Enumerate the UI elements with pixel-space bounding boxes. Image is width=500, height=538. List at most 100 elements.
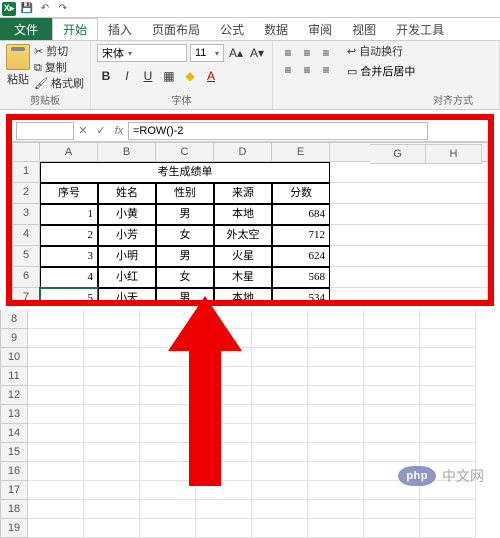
table-cell[interactable]: 小明: [98, 246, 156, 267]
table-cell[interactable]: 女: [156, 225, 214, 246]
table-cell[interactable]: 女: [156, 267, 214, 288]
cell[interactable]: [330, 288, 488, 306]
table-cell[interactable]: 男: [156, 204, 214, 225]
cancel-entry-icon[interactable]: ✕: [74, 124, 92, 137]
table-cell[interactable]: 1: [40, 204, 98, 225]
align-middle-icon[interactable]: ≡: [298, 44, 316, 62]
align-top-icon[interactable]: ≡: [279, 44, 297, 62]
table-cell[interactable]: 568: [272, 267, 330, 288]
cell[interactable]: [330, 204, 488, 225]
col-header[interactable]: C: [156, 142, 214, 162]
row-header[interactable]: 3: [12, 204, 40, 225]
tab-formulas[interactable]: 公式: [210, 18, 254, 40]
table-cell[interactable]: 男: [156, 246, 214, 267]
table-cell[interactable]: 小黄: [98, 204, 156, 225]
underline-button[interactable]: U: [139, 67, 157, 85]
row-header[interactable]: 16: [0, 462, 28, 481]
font-name-select[interactable]: 宋体▾: [97, 44, 187, 62]
table-cell[interactable]: 624: [272, 246, 330, 267]
row-header[interactable]: 18: [0, 500, 28, 519]
formula-bar[interactable]: =ROW()-2: [128, 122, 428, 140]
row-header[interactable]: 8: [0, 310, 28, 329]
font-size-select[interactable]: 11▾: [190, 44, 224, 62]
row-header[interactable]: 7: [12, 288, 40, 306]
cell[interactable]: [330, 162, 488, 183]
row-header[interactable]: 4: [12, 225, 40, 246]
table-header-cell[interactable]: 姓名: [98, 183, 156, 204]
wrap-text-button[interactable]: ↩ 自动换行: [347, 44, 415, 60]
tab-layout[interactable]: 页面布局: [142, 18, 210, 40]
save-icon[interactable]: 💾: [20, 2, 34, 16]
row-header[interactable]: 2: [12, 183, 40, 204]
borders-button[interactable]: ▦: [160, 67, 178, 85]
tab-review[interactable]: 审阅: [298, 18, 342, 40]
table-cell[interactable]: 本地: [214, 204, 272, 225]
decrease-font-icon[interactable]: A▾: [248, 44, 266, 62]
col-header[interactable]: H: [426, 144, 482, 164]
align-center-icon[interactable]: ≡: [298, 61, 316, 79]
table-cell[interactable]: 684: [272, 204, 330, 225]
tab-dev[interactable]: 开发工具: [386, 18, 454, 40]
table-cell[interactable]: 3: [40, 246, 98, 267]
merge-center-button[interactable]: ▭ 合并后居中: [347, 60, 415, 79]
table-header-cell[interactable]: 性别: [156, 183, 214, 204]
cell[interactable]: [330, 225, 488, 246]
row-header[interactable]: 1: [12, 162, 40, 183]
tab-home[interactable]: 开始: [52, 18, 98, 40]
row-header[interactable]: 11: [0, 367, 28, 386]
table-cell[interactable]: 小芳: [98, 225, 156, 246]
table-cell[interactable]: 534: [272, 288, 330, 306]
fx-icon[interactable]: fx: [110, 125, 128, 137]
fill-color-button[interactable]: ◆: [181, 67, 199, 85]
bold-button[interactable]: B: [97, 67, 115, 85]
italic-button[interactable]: I: [118, 67, 136, 85]
col-header[interactable]: A: [40, 142, 98, 162]
row-header[interactable]: 5: [12, 246, 40, 267]
row-header[interactable]: 15: [0, 443, 28, 462]
increase-font-icon[interactable]: A▴: [227, 44, 245, 62]
row-header[interactable]: 19: [0, 519, 28, 538]
row-header[interactable]: 12: [0, 386, 28, 405]
redo-icon[interactable]: ↷: [56, 2, 70, 16]
table-header-cell[interactable]: 来源: [214, 183, 272, 204]
tab-insert[interactable]: 插入: [98, 18, 142, 40]
align-right-icon[interactable]: ≡: [317, 61, 335, 79]
cut-button[interactable]: ✂ 剪切: [34, 44, 84, 60]
table-cell[interactable]: 2: [40, 225, 98, 246]
table-cell[interactable]: 小红: [98, 267, 156, 288]
table-cell[interactable]: 火星: [214, 246, 272, 267]
format-painter-button[interactable]: 🖌 格式刷: [34, 76, 84, 92]
align-left-icon[interactable]: ≡: [279, 61, 297, 79]
cell[interactable]: [330, 246, 488, 267]
active-cell[interactable]: 5: [40, 288, 98, 306]
tab-file[interactable]: 文件: [0, 18, 52, 40]
copy-button[interactable]: ⧉ 复制: [34, 60, 84, 76]
table-cell[interactable]: 712: [272, 225, 330, 246]
table-header-cell[interactable]: 分数: [272, 183, 330, 204]
col-header[interactable]: G: [370, 144, 426, 164]
table-cell[interactable]: 小天: [98, 288, 156, 306]
name-box[interactable]: [16, 122, 74, 140]
confirm-entry-icon[interactable]: ✓: [92, 124, 110, 137]
cell[interactable]: [330, 267, 488, 288]
row-header[interactable]: 13: [0, 405, 28, 424]
col-header[interactable]: D: [214, 142, 272, 162]
tab-data[interactable]: 数据: [254, 18, 298, 40]
tab-view[interactable]: 视图: [342, 18, 386, 40]
cell[interactable]: [330, 183, 488, 204]
table-cell[interactable]: 外太空: [214, 225, 272, 246]
col-header[interactable]: E: [272, 142, 330, 162]
table-cell[interactable]: 木星: [214, 267, 272, 288]
table-cell[interactable]: 4: [40, 267, 98, 288]
font-color-button[interactable]: A: [202, 67, 220, 85]
row-header[interactable]: 17: [0, 481, 28, 500]
paste-button[interactable]: 粘贴: [6, 44, 30, 87]
table-title-cell[interactable]: 考生成绩单: [40, 162, 330, 183]
row-header[interactable]: 14: [0, 424, 28, 443]
row-header[interactable]: 6: [12, 267, 40, 288]
undo-icon[interactable]: ↶: [38, 2, 52, 16]
table-header-cell[interactable]: 序号: [40, 183, 98, 204]
worksheet[interactable]: A B C D E F 1 考生成绩单 2 序号 姓名 性别 来源 分数 3 1…: [12, 142, 488, 306]
row-header[interactable]: 10: [0, 348, 28, 367]
align-bottom-icon[interactable]: ≡: [317, 44, 335, 62]
